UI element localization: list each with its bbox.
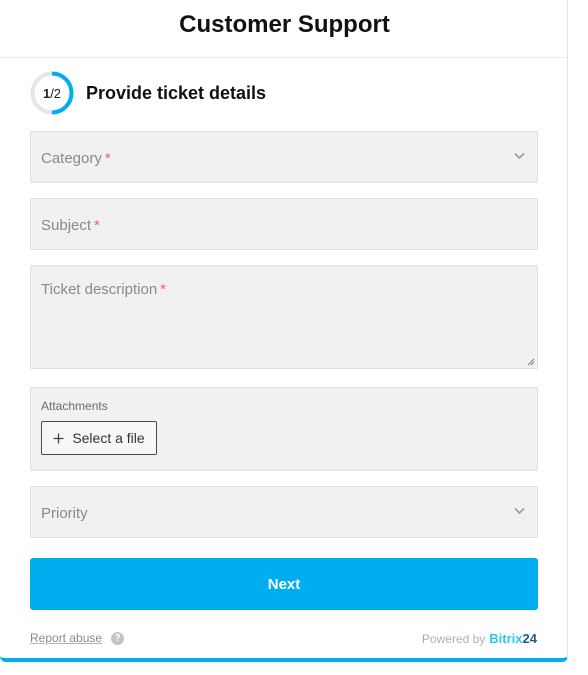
chevron-down-icon <box>514 507 525 515</box>
report-abuse-link[interactable]: Report abuse <box>30 631 102 645</box>
attachments-label: Attachments <box>41 399 108 413</box>
footer-left: Report abuse ? <box>30 631 125 645</box>
page-title: Customer Support <box>179 10 390 38</box>
help-icon[interactable]: ? <box>111 631 125 645</box>
plus-icon <box>53 433 64 443</box>
ticket-description-field[interactable]: Ticket description * <box>30 265 538 369</box>
description-label: Ticket description * <box>41 281 166 298</box>
subject-field[interactable]: Subject * <box>30 198 538 250</box>
resize-handle-icon[interactable] <box>526 357 535 366</box>
step-indicator: 1/2 Provide ticket details <box>30 71 266 115</box>
category-label: Category * <box>41 150 111 167</box>
brand-name: Bitrix <box>489 631 523 646</box>
powered-by: Powered by Bitrix24 <box>422 631 537 646</box>
category-select[interactable]: Category * <box>30 131 538 183</box>
support-form-card: Customer Support 1/2 Provide ticket deta… <box>0 0 568 662</box>
brand-suffix: 24 <box>522 631 537 646</box>
subject-label: Subject * <box>41 217 100 234</box>
bitrix24-logo[interactable]: Bitrix24 <box>489 631 537 646</box>
form-header: Customer Support <box>0 0 567 58</box>
next-button[interactable]: Next <box>30 558 538 610</box>
subject-label-text: Subject <box>41 217 92 234</box>
step-progress-ring: 1/2 <box>30 71 74 115</box>
category-label-text: Category <box>41 150 102 167</box>
step-counter: 1/2 <box>30 71 74 115</box>
powered-by-label: Powered by <box>421 632 486 646</box>
description-label-text: Ticket description <box>41 281 158 298</box>
step-current: 1 <box>42 85 51 101</box>
step-total: /2 <box>50 85 62 101</box>
priority-label: Priority <box>41 505 88 522</box>
select-file-label: Select a file <box>72 430 145 446</box>
required-marker: * <box>104 150 111 167</box>
required-marker: * <box>94 217 100 234</box>
step-title: Provide ticket details <box>86 82 267 103</box>
select-file-button[interactable]: Select a file <box>41 421 157 455</box>
priority-select[interactable]: Priority <box>30 486 538 538</box>
required-marker: * <box>160 281 166 298</box>
attachments-section: Attachments Select a file <box>30 387 538 471</box>
chevron-down-icon <box>514 152 525 160</box>
